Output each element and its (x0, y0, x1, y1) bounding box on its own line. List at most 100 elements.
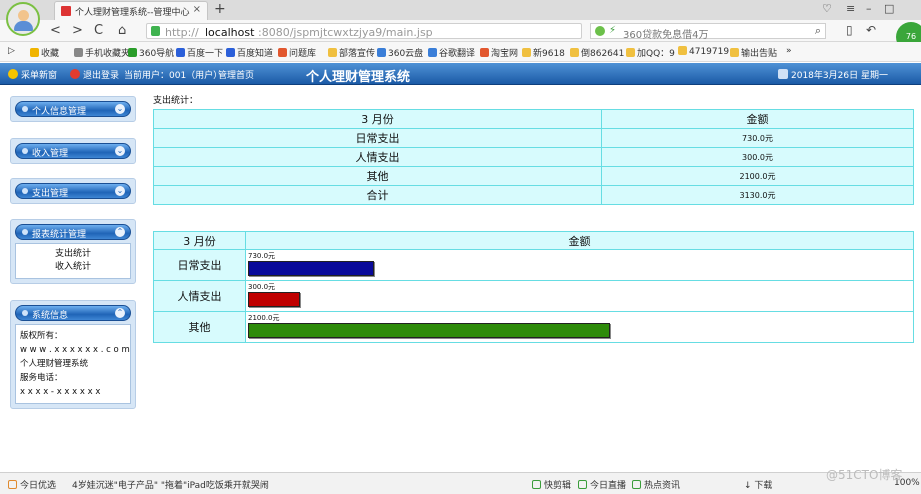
reload-icon[interactable]: C (94, 23, 103, 38)
chart-category-label: 日常支出 (153, 249, 246, 281)
watermark: @51CTO博客 (826, 468, 903, 482)
today-picks[interactable]: 今日优选 (8, 478, 56, 491)
live-today[interactable]: 今日直播 (578, 478, 626, 491)
bookmark-item[interactable]: 百度知道 (226, 46, 273, 59)
menu-expense[interactable]: 支出管理 ⌄ (15, 183, 131, 199)
search-icon[interactable]: ⌕ (815, 24, 821, 38)
app-title: 个人理财管理系统 (306, 70, 411, 85)
menu-panel-income: 收入管理 ⌄ (10, 138, 136, 164)
table-header-row: 3 月份 金额 (153, 109, 914, 129)
search-input[interactable]: ⚡ 360贷款免息借4万 ⌕ (590, 23, 826, 41)
chart-header-amount: 金额 (245, 231, 914, 250)
download[interactable]: ↓ 下载 (744, 478, 772, 491)
url-input[interactable]: http:// localhost :8080/jspmjtcwxtzjya9/… (146, 23, 582, 39)
chart-bar-cell: 2100.0元 (245, 311, 914, 343)
admin-home-link[interactable]: 管理首页 (218, 68, 254, 81)
gift-icon (8, 480, 17, 489)
page-caption: 支出统计： (153, 96, 199, 106)
maximize-icon[interactable]: □ (884, 2, 894, 15)
new-tab-button[interactable]: + (214, 1, 226, 17)
menu-panel-expense: 支出管理 ⌄ (10, 178, 136, 204)
new-window-icon (8, 69, 18, 79)
bookmarks-more[interactable]: » (786, 46, 792, 56)
header-amount: 金额 (601, 109, 914, 129)
tab-title: 个人理财管理系统--管理中心 (75, 8, 190, 18)
website-text: w w w . x x x x x x . c o m (20, 345, 130, 355)
bookmark-item[interactable]: 新9618 (522, 46, 565, 59)
bookmark-item[interactable]: 部落宣传 (328, 46, 375, 59)
bookmark-item[interactable]: 加QQ：9 (626, 46, 675, 59)
bookmark-item[interactable]: 360云盘 (377, 46, 423, 59)
menu-icon[interactable]: ≡ (846, 2, 855, 15)
chart-bar (248, 261, 374, 276)
live-icon (578, 480, 587, 489)
bookmark-item[interactable]: 收藏 (30, 46, 59, 59)
url-path: :8080/jspmjtcwxtzjya9/main.jsp (258, 26, 433, 39)
bar-value-label: 300.0元 (248, 283, 276, 291)
minimize-icon[interactable]: – (866, 2, 872, 15)
expense-stats-link[interactable]: 支出统计 (20, 248, 126, 261)
row-amount: 730.0元 (601, 128, 914, 148)
summary-table: 3 月份 金额 日常支出 730.0元 人情支出 300.0元 其他 2100.… (153, 109, 914, 205)
bookmark-item[interactable]: 360导航 (128, 46, 174, 59)
chart-row: 其他 2100.0元 (153, 311, 914, 343)
home-icon[interactable]: ⌂ (118, 23, 126, 38)
income-stats-link[interactable]: 收入统计 (20, 261, 126, 274)
search-placeholder: 360贷款免息借4万 (623, 30, 709, 41)
user-avatar-icon[interactable] (6, 2, 40, 36)
back-icon[interactable]: < (50, 23, 61, 38)
address-bar-row: < > C ⌂ http:// localhost :8080/jspmjtcw… (0, 20, 921, 42)
table-row: 日常支出 730.0元 (153, 128, 914, 148)
bookmark-item[interactable]: 问题库 (278, 46, 316, 59)
header-month: 3 月份 (153, 109, 602, 129)
chevron-up-icon: ⌃ (115, 308, 125, 318)
quick-clip[interactable]: 快剪辑 (532, 478, 571, 491)
chart-bar-cell: 730.0元 (245, 249, 914, 281)
row-label: 合计 (153, 185, 602, 205)
status-bar: 今日优选 4岁娃沉迷"电子产品" "拖着"iPad吃饭乘开就哭闹 快剪辑 今日直… (0, 472, 921, 494)
new-window-link[interactable]: 采单新窗 (8, 68, 57, 81)
undo-icon[interactable]: ↶ (866, 23, 876, 37)
secure-shield-icon (151, 26, 160, 36)
browser-tab-bar: 个人理财管理系统--管理中心 × + ♡ ≡ – □ (0, 0, 921, 20)
row-label: 其他 (153, 166, 602, 186)
news-ticker[interactable]: 4岁娃沉迷"电子产品" "拖着"iPad吃饭乘开就哭闹 (72, 478, 269, 491)
chevron-down-icon: ⌄ (115, 146, 125, 156)
bar-value-label: 730.0元 (248, 252, 276, 260)
tab-close-icon[interactable]: × (193, 4, 201, 15)
browser-tab[interactable]: 个人理财管理系统--管理中心 × (54, 1, 208, 20)
table-row: 其他 2100.0元 (153, 166, 914, 186)
bookmark-page-icon[interactable]: ▯ (846, 23, 853, 37)
chart-category-label: 人情支出 (153, 280, 246, 312)
bookmark-item[interactable]: 输出告贴 (730, 46, 777, 59)
skin-icon[interactable]: ♡ (822, 2, 832, 15)
menu-system-info[interactable]: 系统信息 ⌃ (15, 305, 131, 321)
chart-header-month: 3 月份 (153, 231, 246, 250)
phone-label: 服务电话： (20, 373, 63, 383)
computer-icon (778, 69, 788, 79)
menu-income[interactable]: 收入管理 ⌄ (15, 143, 131, 159)
row-label: 人情支出 (153, 147, 602, 167)
expense-bar-chart: 3 月份 金额 日常支出 730.0元 人情支出 300.0元 其他 2100.0元 (153, 231, 914, 343)
menu-report[interactable]: 报表统计管理 ⌃ (15, 224, 131, 240)
bar-value-label: 2100.0元 (248, 314, 280, 322)
phone-number: x x x x - x x x x x x (20, 387, 101, 397)
forward-icon[interactable]: > (72, 23, 83, 38)
bookmark-item[interactable]: 谷歌翻译 (428, 46, 475, 59)
bookmark-item[interactable]: 淘宝网 (480, 46, 518, 59)
download-icon: ↓ (744, 481, 755, 491)
chart-row: 人情支出 300.0元 (153, 280, 914, 312)
bookmark-item[interactable]: 倒862641 (570, 46, 624, 59)
bookmark-item[interactable]: 手机收藏夹 (74, 46, 130, 59)
bookmark-item[interactable]: 百度一下 (176, 46, 223, 59)
hot-news[interactable]: 热点资讯 (632, 478, 680, 491)
bookmark-item[interactable]: 4719719 (678, 46, 729, 57)
menu-panel-personal: 个人信息管理 ⌄ (10, 96, 136, 122)
row-label: 日常支出 (153, 128, 602, 148)
menu-personal-info[interactable]: 个人信息管理 ⌄ (15, 101, 131, 117)
logout-link[interactable]: 退出登录 (70, 68, 119, 81)
chevron-down-icon: ⌄ (115, 186, 125, 196)
bookmarks-toggle-icon[interactable]: ▷ (8, 46, 15, 56)
url-protocol: http:// (165, 26, 199, 39)
page-favicon-icon (61, 6, 71, 16)
